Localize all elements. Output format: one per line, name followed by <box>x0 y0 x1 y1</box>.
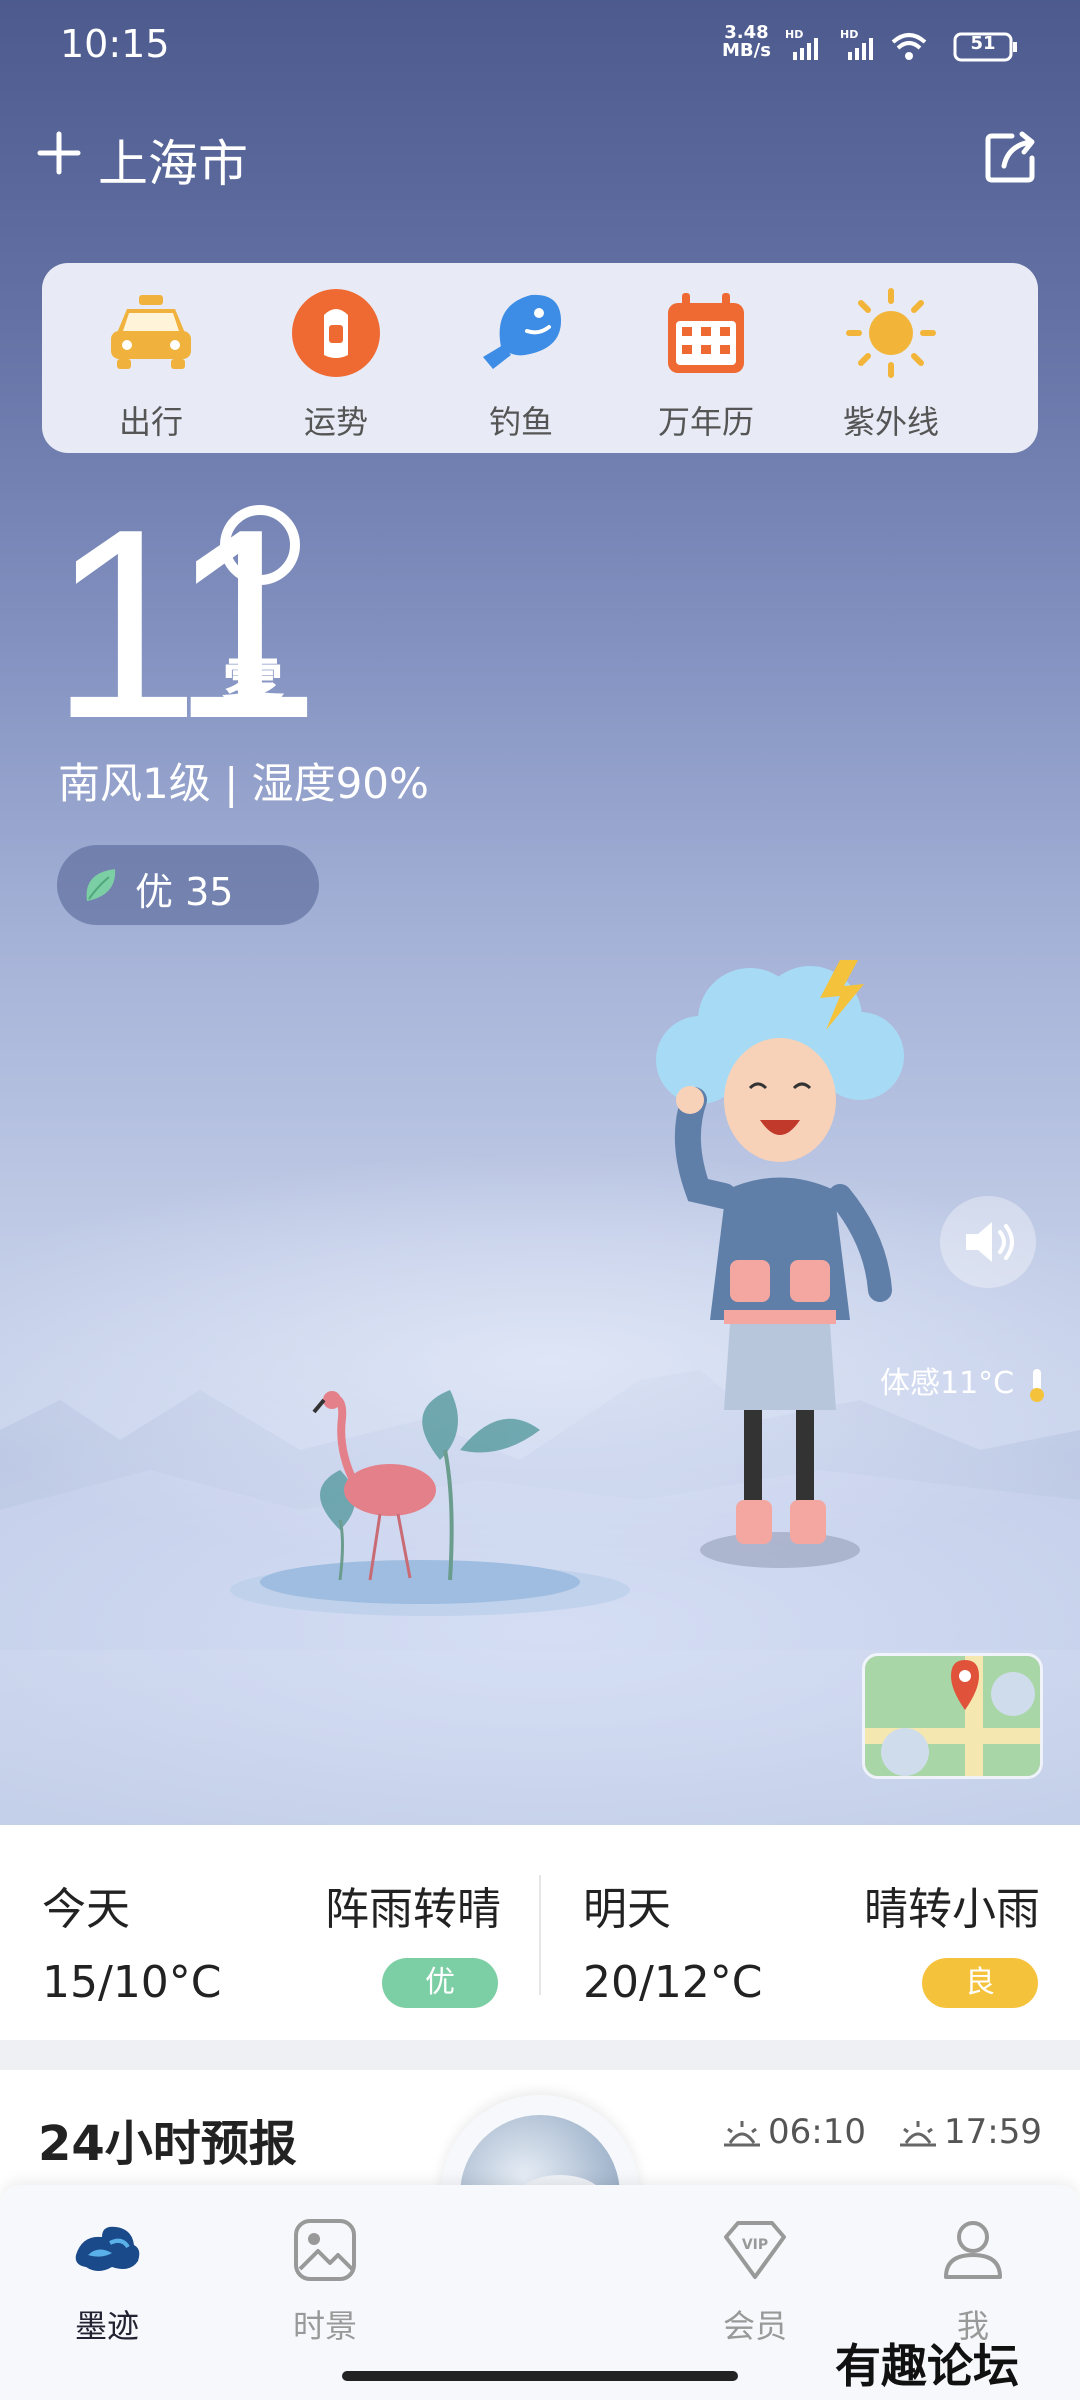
tool-label: 钓鱼 <box>488 403 553 441</box>
battery-level: 51 <box>970 33 996 54</box>
tomorrow-temp-range: 20/12°C <box>583 1957 763 2008</box>
status-time: 10:15 <box>60 22 170 66</box>
weather-map-button[interactable] <box>862 1653 1043 1779</box>
two-day-forecast: 今天 阵雨转晴 15/10°C 优 明天 晴转小雨 20/12°C 良 <box>0 1825 1080 2040</box>
network-speed-unit: MB/s <box>722 40 771 61</box>
hourly-title: 24小时预报 <box>38 2116 297 2172</box>
nav-label: 墨迹 <box>74 2307 139 2345</box>
speaker-icon <box>966 1222 1014 1262</box>
vip-icon: VIP <box>724 2221 786 2279</box>
tool-label: 万年历 <box>657 403 754 441</box>
sunset-time: 17:59 <box>944 2112 1042 2152</box>
svg-text:HD: HD <box>840 28 858 41</box>
tool-travel[interactable]: 出行 <box>76 285 226 443</box>
wind-humidity: 南风1级 | 湿度90% <box>58 759 429 808</box>
map-pin-icon <box>865 1656 1040 1776</box>
fortune-icon <box>292 289 380 377</box>
flamingo-island-illustration <box>230 1390 630 1616</box>
nav-vip[interactable]: VIP 会员 <box>690 2215 820 2347</box>
tomorrow-aqi-badge: 良 <box>922 1958 1038 2008</box>
weather-character-illustration <box>656 960 904 1568</box>
nav-scenes[interactable]: 时景 <box>260 2215 390 2347</box>
tool-label: 运势 <box>303 403 368 441</box>
today-aqi-badge: 优 <box>382 1958 498 2008</box>
fish-icon <box>483 294 561 369</box>
svg-text:VIP: VIP <box>742 2237 768 2253</box>
sunrise: 06:10 <box>722 2112 866 2152</box>
section-gap <box>0 2040 1080 2070</box>
nav-label: 会员 <box>722 2307 787 2345</box>
nav-label: 时景 <box>292 2307 357 2345</box>
svg-text:HD: HD <box>785 28 803 41</box>
sunrise-time: 06:10 <box>768 2112 866 2152</box>
forecast-divider <box>539 1875 541 1995</box>
nav-profile[interactable]: 我 <box>908 2215 1038 2347</box>
taxi-icon <box>111 295 191 369</box>
sunset-icon <box>900 2120 936 2146</box>
plus-icon[interactable] <box>36 130 82 176</box>
moji-logo-icon <box>75 2226 140 2271</box>
city-name[interactable]: 上海市 <box>98 124 248 196</box>
tool-fishing[interactable]: 钓鱼 <box>446 285 596 443</box>
tool-label: 出行 <box>118 403 183 441</box>
sunset: 17:59 <box>898 2112 1042 2152</box>
aqi-value: 优 35 <box>135 870 234 914</box>
today-temp-range: 15/10°C <box>42 1957 222 2008</box>
calendar-icon <box>668 293 744 373</box>
tomorrow-condition: 晴转小雨 <box>864 1884 1040 1935</box>
watermark: 有趣论坛 <box>835 2339 1019 2393</box>
tomorrow-label: 明天 <box>583 1884 671 1935</box>
image-icon <box>294 2219 356 2281</box>
today-label: 今天 <box>42 1884 130 1935</box>
feels-like: 体感11°C <box>880 1358 1050 1403</box>
feels-like-text: 体感11°C <box>880 1366 1015 1401</box>
share-icon[interactable] <box>982 128 1040 186</box>
tool-calendar[interactable]: 万年历 <box>631 285 781 443</box>
tool-fortune[interactable]: 运势 <box>261 285 411 443</box>
sunrise-icon <box>724 2120 760 2146</box>
thermometer-icon <box>1029 1368 1044 1402</box>
home-indicator[interactable] <box>342 2371 738 2381</box>
voice-broadcast-button[interactable] <box>940 1196 1036 1288</box>
profile-icon <box>944 2221 1002 2279</box>
tool-uv[interactable]: 紫外线 <box>816 285 966 443</box>
quick-tools-bar: 出行 运势 钓鱼 万年历 紫外线 <box>42 263 1038 453</box>
degree-symbol <box>220 505 300 585</box>
nav-moji[interactable]: 墨迹 <box>42 2215 172 2347</box>
aqi-badge[interactable]: 优 35 <box>57 845 319 925</box>
sun-icon <box>846 288 936 378</box>
network-speed: 3.48 MB/s <box>722 24 771 60</box>
current-condition: 雾 <box>222 652 285 725</box>
tool-label: 紫外线 <box>842 403 939 441</box>
today-condition: 阵雨转晴 <box>325 1884 501 1935</box>
leaf-icon <box>86 869 116 901</box>
status-bar: 10:15 3.48 MB/s HD HD 51 <box>0 0 1080 90</box>
